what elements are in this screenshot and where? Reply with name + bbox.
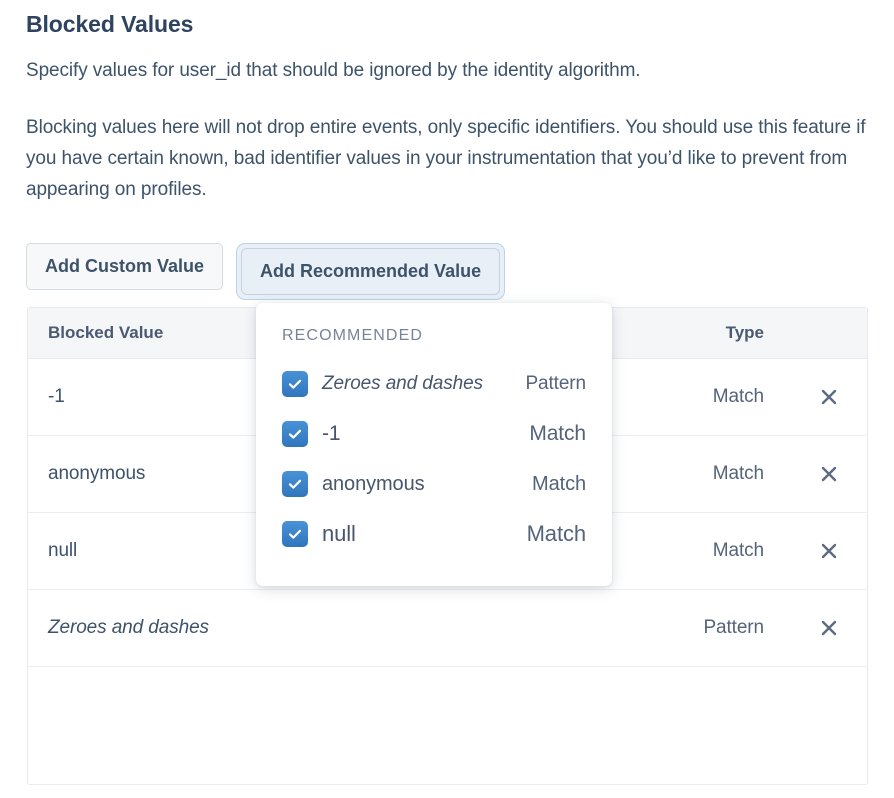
cell-blocked-value: Zeroes and dashes [28, 617, 571, 639]
cell-type: Pattern [571, 617, 791, 639]
add-recommended-value-focus-ring: Add Recommended Value [236, 243, 505, 300]
dropdown-item-zeroes-and-dashes[interactable]: Zeroes and dashes Pattern [256, 359, 612, 409]
cell-actions [791, 465, 867, 483]
dropdown-item-type: Match [532, 473, 586, 496]
cell-actions [791, 542, 867, 560]
dropdown-item-anonymous[interactable]: anonymous Match [256, 459, 612, 509]
dropdown-item-label: -1 [322, 422, 529, 446]
dropdown-item-type: Match [527, 521, 586, 547]
action-button-row: Add Custom Value Add Recommended Value [26, 243, 505, 300]
dropdown-item-null[interactable]: null Match [256, 509, 612, 559]
add-recommended-value-button[interactable]: Add Recommended Value [241, 248, 500, 295]
cell-actions [791, 619, 867, 637]
dropdown-section-label: RECOMMENDED [256, 327, 612, 345]
section-description: Blocking values here will not drop entir… [26, 112, 872, 205]
cell-actions [791, 388, 867, 406]
checkbox-checked-icon[interactable] [282, 421, 308, 447]
table-row: Zeroes and dashes Pattern [28, 590, 867, 667]
dropdown-item-label: null [322, 521, 527, 547]
checkbox-checked-icon[interactable] [282, 471, 308, 497]
close-icon[interactable] [820, 619, 838, 637]
blocked-values-page: Blocked Values Specify values for user_i… [0, 0, 894, 798]
add-custom-value-button[interactable]: Add Custom Value [26, 243, 223, 290]
close-icon[interactable] [820, 542, 838, 560]
section-lede: Specify values for user_id that should b… [26, 60, 640, 82]
checkbox-checked-icon[interactable] [282, 521, 308, 547]
dropdown-item-minus-one[interactable]: -1 Match [256, 409, 612, 459]
table-row-empty [28, 667, 867, 784]
dropdown-item-type: Match [529, 422, 586, 446]
dropdown-item-type: Pattern [525, 373, 586, 395]
dropdown-item-label: Zeroes and dashes [322, 373, 525, 395]
dropdown-item-label: anonymous [322, 473, 532, 496]
close-icon[interactable] [820, 388, 838, 406]
checkbox-checked-icon[interactable] [282, 371, 308, 397]
close-icon[interactable] [820, 465, 838, 483]
page-title: Blocked Values [26, 11, 193, 38]
recommended-values-dropdown: RECOMMENDED Zeroes and dashes Pattern -1… [256, 303, 612, 586]
